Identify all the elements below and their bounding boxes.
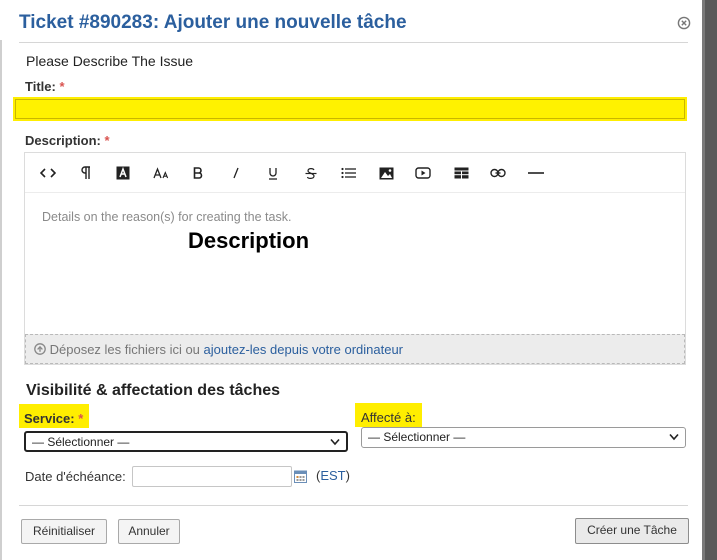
description-overlay-label: Description bbox=[188, 228, 310, 253]
dialog-header: Ticket #890283: Ajouter une nouvelle tâc… bbox=[0, 0, 705, 44]
underline-icon[interactable] bbox=[262, 162, 284, 184]
italic-icon[interactable] bbox=[225, 162, 247, 184]
title-label: Title: * bbox=[25, 79, 65, 94]
timezone-indicator: (EST) bbox=[316, 468, 350, 483]
service-label: Service: * bbox=[19, 404, 90, 428]
code-view-icon[interactable] bbox=[37, 162, 59, 184]
dialog-title: Ticket #890283: Ajouter une nouvelle tâc… bbox=[19, 12, 407, 33]
create-task-button[interactable]: Créer une Tâche bbox=[575, 518, 689, 544]
new-task-dialog: Ticket #890283: Ajouter une nouvelle tâc… bbox=[0, 0, 705, 560]
video-icon[interactable] bbox=[412, 162, 434, 184]
service-select[interactable]: — Sélectionner — bbox=[24, 431, 348, 452]
header-divider bbox=[19, 42, 688, 43]
due-date-label: Date d'échéance: bbox=[25, 469, 126, 484]
paragraph-icon[interactable] bbox=[75, 162, 97, 184]
description-editor-area[interactable]: Details on the reason(s) for creating th… bbox=[25, 194, 685, 334]
assigned-select[interactable]: — Sélectionner — bbox=[361, 427, 686, 448]
calendar-icon[interactable] bbox=[294, 470, 307, 483]
reset-button[interactable]: Réinitialiser bbox=[21, 519, 107, 544]
chevron-down-icon bbox=[669, 433, 679, 441]
dropzone-text: Déposez les fichiers ici ou bbox=[49, 342, 200, 357]
image-icon[interactable] bbox=[375, 162, 397, 184]
bold-icon[interactable] bbox=[187, 162, 209, 184]
dropzone-browse-link[interactable]: ajoutez-les depuis votre ordinateur bbox=[204, 342, 403, 357]
text-color-icon[interactable] bbox=[112, 162, 134, 184]
service-label-text: Service: bbox=[24, 411, 75, 426]
description-placeholder: Details on the reason(s) for creating th… bbox=[42, 210, 292, 224]
strikethrough-icon[interactable] bbox=[300, 162, 322, 184]
description-label: Description: * bbox=[25, 133, 110, 148]
cancel-button[interactable]: Annuler bbox=[118, 519, 180, 544]
visibility-section-title: Visibilité & affectation des tâches bbox=[26, 382, 281, 399]
close-icon[interactable] bbox=[677, 16, 691, 30]
due-date-input[interactable] bbox=[132, 466, 292, 487]
chevron-down-icon bbox=[330, 438, 340, 446]
assigned-label-text: Affecté à: bbox=[361, 410, 416, 425]
title-field-wrapper bbox=[13, 97, 687, 121]
dropzone-content: Déposez les fichiers ici ou ajoutez-les … bbox=[34, 342, 403, 357]
assigned-select-value: — Sélectionner — bbox=[368, 430, 466, 444]
instructions-text: Please Describe The Issue bbox=[26, 53, 194, 69]
table-icon[interactable] bbox=[450, 162, 472, 184]
upload-icon bbox=[34, 343, 46, 355]
timezone-close: ) bbox=[345, 468, 350, 483]
required-marker: * bbox=[104, 133, 110, 148]
required-marker: * bbox=[59, 79, 65, 94]
link-icon[interactable] bbox=[487, 162, 509, 184]
title-input[interactable] bbox=[15, 99, 685, 119]
horizontal-rule-icon[interactable] bbox=[525, 162, 547, 184]
assigned-label: Affecté à: bbox=[355, 403, 422, 427]
footer-divider bbox=[19, 505, 688, 506]
timezone-link[interactable]: EST bbox=[320, 468, 345, 483]
unordered-list-icon[interactable] bbox=[337, 162, 359, 184]
description-label-text: Description: bbox=[25, 133, 101, 148]
file-dropzone[interactable]: Déposez les fichiers ici ou ajoutez-les … bbox=[25, 334, 685, 364]
dialog-left-border bbox=[0, 40, 2, 560]
editor-toolbar bbox=[25, 153, 685, 193]
service-select-value: — Sélectionner — bbox=[32, 435, 130, 449]
required-marker: * bbox=[78, 411, 84, 426]
rich-text-editor: Details on the reason(s) for creating th… bbox=[24, 152, 686, 365]
title-label-text: Title: bbox=[25, 79, 56, 94]
font-size-icon[interactable] bbox=[150, 162, 172, 184]
